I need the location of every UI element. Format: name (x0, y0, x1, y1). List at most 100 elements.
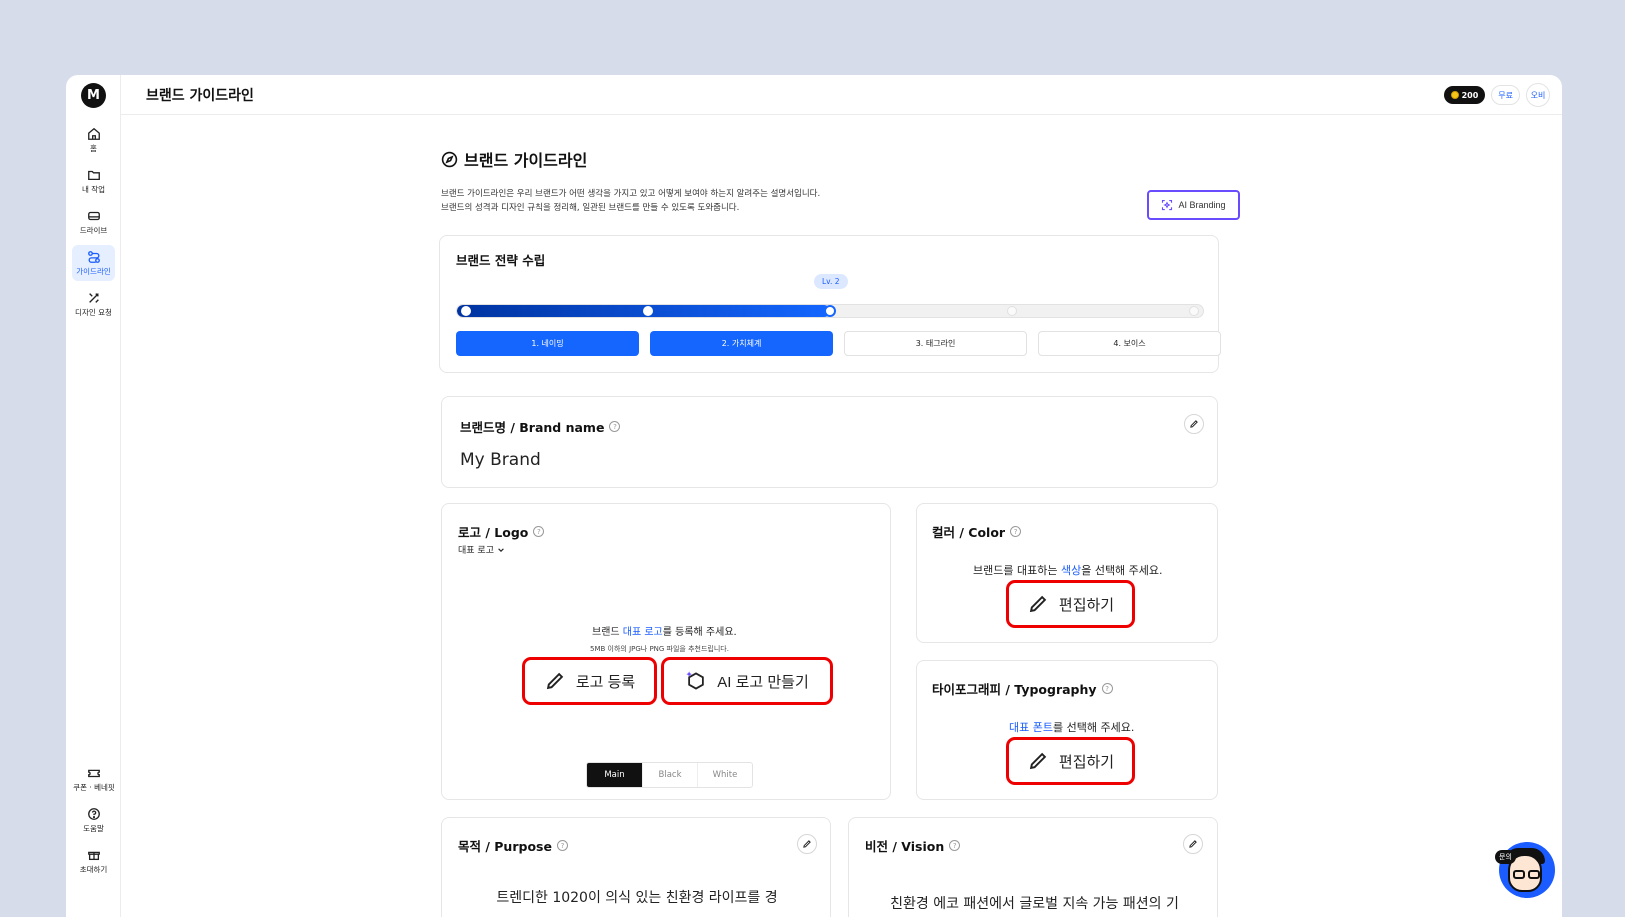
level-badge: Lv. 2 (814, 274, 848, 289)
purpose-title: 목적 / Purpose ? (458, 836, 568, 855)
edit-vision-button[interactable] (1183, 834, 1203, 854)
pencil-icon (803, 840, 811, 848)
coin-count: 200 (1461, 90, 1479, 100)
sidebar-item-design-request[interactable]: 디자인 요청 (72, 286, 115, 322)
sidebar-item-coupon[interactable]: 쿠폰 · 베네핏 (70, 761, 118, 797)
edit-color-button[interactable]: 편집하기 (1006, 580, 1135, 628)
plan-badge[interactable]: 무료 (1491, 85, 1520, 105)
pencil-icon (1029, 595, 1047, 613)
sidebar-item-guideline[interactable]: 가이드라인 (72, 245, 115, 281)
purpose-text: 트렌디한 1020이 의식 있는 친환경 라이프를 경 (496, 890, 778, 906)
card-title-text: 브랜드명 / Brand name (460, 420, 605, 435)
sidebar: M 홈 내 작업 드라이브 가이드라인 디자인 요청 쿠폰 · 베네핏 도움말 (66, 75, 121, 917)
description-line: 브랜드의 성격과 디자인 규칙을 정리해, 일관된 브랜드를 만들 수 있도록 … (441, 203, 740, 213)
step-naming[interactable]: 1. 네이밍 (456, 331, 639, 356)
typography-prompt-link[interactable]: 대표 폰트 (1009, 721, 1053, 734)
variant-main[interactable]: Main (587, 763, 642, 787)
ticket-icon (88, 769, 100, 777)
coin-icon (1450, 91, 1459, 99)
brand-name-card: 브랜드명 / Brand name ? My Brand (441, 396, 1218, 488)
help-icon[interactable]: ? (609, 421, 621, 432)
typography-card: 타이포그래피 / Typography ? 대표 폰트를 선택해 주세요. 편집… (916, 660, 1218, 800)
sidebar-item-label: 도움말 (83, 823, 104, 833)
sidebar-item-invite[interactable]: 초대하기 (72, 843, 115, 879)
avatar[interactable]: 오비 (1526, 83, 1550, 107)
section-header: 브랜드 가이드라인 (441, 147, 587, 171)
help-icon[interactable]: ? (556, 840, 568, 851)
ai-branding-button[interactable]: AI Branding (1147, 190, 1240, 220)
drive-icon (87, 211, 100, 220)
variant-white[interactable]: White (697, 763, 752, 787)
edit-typography-button[interactable]: 편집하기 (1006, 737, 1135, 785)
ai-sparkle-hexagon-icon (686, 671, 705, 690)
color-prompt-link[interactable]: 색상 (1061, 564, 1081, 577)
strategy-title: 브랜드 전략 수립 (456, 253, 546, 268)
card-title-text: 비전 / Vision (865, 839, 945, 854)
card-title-text: 목적 / Purpose (458, 839, 552, 854)
compass-icon (441, 151, 458, 167)
progress-step-marker (1189, 306, 1199, 316)
color-title: 컬러 / Color ? (932, 522, 1022, 541)
ai-logo-button[interactable]: AI 로고 만들기 (661, 657, 833, 705)
brand-name-value: My Brand (460, 450, 541, 470)
description-line: 브랜드 가이드라인은 우리 브랜드가 어떤 생각을 가지고 있고 어떻게 보여야… (441, 189, 821, 199)
ai-branding-label: AI Branding (1178, 200, 1226, 210)
chat-badge: 문의 (1495, 850, 1516, 864)
help-icon[interactable]: ? (533, 526, 545, 537)
help-icon[interactable]: ? (949, 840, 961, 851)
ai-logo-label: AI 로고 만들기 (717, 673, 809, 691)
step-value-system[interactable]: 2. 가치체계 (650, 331, 833, 356)
sidebar-item-label: 드라이브 (79, 225, 108, 235)
pencil-icon (1189, 840, 1197, 848)
help-icon[interactable]: ? (1101, 683, 1113, 694)
vision-text: 친환경 에코 패션에서 글로벌 지속 가능 패션의 기 (890, 896, 1179, 912)
step-voice[interactable]: 4. 보이스 (1038, 331, 1221, 356)
logo-type-dropdown[interactable]: 대표 로고 (458, 543, 505, 556)
sidebar-item-label: 내 작업 (81, 184, 106, 194)
app-logo[interactable]: M (81, 83, 106, 108)
logo-prompt-link[interactable]: 대표 로고 (623, 627, 663, 638)
register-logo-label: 로고 등록 (575, 673, 636, 691)
register-logo-button[interactable]: 로고 등록 (522, 657, 657, 705)
sidebar-item-my-work[interactable]: 내 작업 (72, 163, 115, 199)
top-bar: 브랜드 가이드라인 200 무료 오비 (121, 75, 1562, 115)
pencil-icon (546, 672, 564, 690)
logo-hint: 5MB 이하의 JPG나 PNG 파일을 추천드립니다. (590, 645, 729, 653)
card-title-text: 로고 / Logo (458, 525, 529, 540)
brand-name-title: 브랜드명 / Brand name ? (460, 417, 621, 436)
page-title: 브랜드 가이드라인 (146, 88, 254, 104)
sidebar-item-drive[interactable]: 드라이브 (72, 204, 115, 240)
vision-title: 비전 / Vision ? (865, 836, 961, 855)
design-tools-icon (88, 292, 99, 303)
help-icon[interactable]: ? (1010, 526, 1022, 537)
app-window: M 홈 내 작업 드라이브 가이드라인 디자인 요청 쿠폰 · 베네핏 도움말 (66, 75, 1562, 917)
variant-black[interactable]: Black (642, 763, 697, 787)
sidebar-item-home[interactable]: 홈 (72, 122, 115, 158)
logo-variant-toggle: Main Black White (586, 762, 753, 788)
section-title: 브랜드 가이드라인 (464, 151, 588, 170)
logo-prompt: 브랜드 대표 로고를 등록해 주세요. (592, 623, 737, 638)
step-tagline[interactable]: 3. 태그라인 (844, 331, 1027, 356)
glasses-icon (1528, 870, 1540, 879)
home-icon (87, 127, 100, 140)
vision-card: 비전 / Vision ? 친환경 에코 패션에서 글로벌 지속 가능 패션의 … (848, 817, 1218, 917)
pencil-icon (1190, 420, 1198, 428)
sparkle-scan-icon (1162, 199, 1173, 211)
sidebar-item-help[interactable]: 도움말 (72, 802, 115, 838)
strategy-card: 브랜드 전략 수립 Lv. 2 1. 네이밍 2. 가치체계 3. 태그라인 4… (439, 235, 1221, 373)
edit-brand-name-button[interactable] (1184, 414, 1204, 434)
typography-title: 타이포그래피 / Typography ? (932, 679, 1113, 698)
coin-balance[interactable]: 200 (1443, 86, 1486, 104)
card-title-text: 타이포그래피 / Typography (932, 682, 1097, 697)
card-title-text: 컬러 / Color (932, 525, 1006, 540)
prompt-text: 브랜드를 대표하는 (973, 564, 1061, 577)
sidebar-item-label: 가이드라인 (76, 266, 111, 276)
edit-purpose-button[interactable] (797, 834, 817, 854)
sidebar-item-label: 홈 (90, 143, 97, 153)
folder-icon (87, 170, 100, 180)
progress-step-marker (824, 305, 836, 317)
glasses-icon (1513, 870, 1525, 879)
prompt-text: 를 선택해 주세요. (1052, 721, 1135, 734)
sidebar-item-label: 쿠폰 · 베네핏 (73, 782, 115, 792)
section-description: 브랜드 가이드라인은 우리 브랜드가 어떤 생각을 가지고 있고 어떻게 보여야… (441, 187, 1001, 215)
